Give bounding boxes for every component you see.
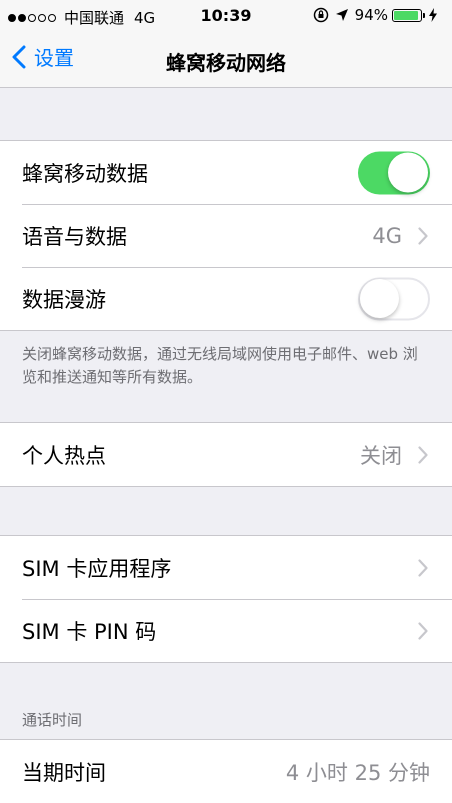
current-period-row: 当期时间 4 小时 25 分钟 (0, 740, 452, 803)
sim-applications-label: SIM 卡应用程序 (22, 556, 172, 581)
toggle-knob (360, 279, 399, 318)
personal-hotspot-value: 关闭 (360, 443, 402, 468)
battery-fill (394, 10, 419, 20)
call-time-section-header: 通话时间 (22, 711, 83, 729)
cellular-data-toggle[interactable] (358, 151, 430, 194)
call-time-group: 当期时间 4 小时 25 分钟 (0, 739, 452, 803)
hotspot-group: 个人热点 关闭 (0, 422, 452, 487)
rotation-lock-icon (313, 7, 328, 23)
voice-data-label: 语音与数据 (22, 224, 127, 249)
battery-icon (392, 8, 425, 22)
signal-dot (38, 13, 46, 22)
current-period-value: 4 小时 25 分钟 (285, 760, 430, 785)
signal-dot (18, 13, 26, 22)
signal-strength-icon (8, 13, 58, 22)
cellular-settings-group: 蜂窝移动数据 语音与数据 4G 数据漫游 (0, 140, 452, 331)
toggle-knob (388, 152, 428, 193)
battery-percent: 94% (354, 6, 388, 24)
cellular-data-label: 蜂窝移动数据 (22, 161, 148, 186)
sim-pin-label: SIM 卡 PIN 码 (22, 619, 157, 644)
current-period-label: 当期时间 (22, 760, 106, 785)
data-roaming-label: 数据漫游 (22, 287, 106, 312)
charging-bolt-icon (429, 8, 437, 22)
status-right: 94% (313, 6, 444, 24)
cellular-data-footnote: 关闭蜂窝移动数据，通过无线局域网使用电子邮件、web 浏览和推送通知等所有数据。 (22, 345, 418, 386)
status-bar: 中国联通 4G 10:39 94% (0, 0, 452, 32)
voice-data-value: 4G (372, 223, 402, 248)
page-title: 蜂窝移动网络 (166, 51, 286, 75)
sim-applications-row[interactable]: SIM 卡应用程序 (0, 536, 452, 599)
signal-dot (28, 13, 36, 22)
personal-hotspot-label: 个人热点 (22, 443, 106, 468)
personal-hotspot-row[interactable]: 个人热点 关闭 (0, 423, 452, 486)
voice-data-row[interactable]: 语音与数据 4G (0, 204, 452, 267)
carrier-name: 中国联通 (64, 9, 125, 27)
sim-pin-row[interactable]: SIM 卡 PIN 码 (0, 599, 452, 662)
network-type: 4G (134, 8, 156, 27)
chevron-right-icon (418, 226, 428, 245)
signal-dot (48, 13, 56, 22)
navigation-bar: 设置 蜂窝移动网络 (0, 32, 452, 88)
status-left: 中国联通 4G (8, 7, 155, 28)
data-roaming-toggle[interactable] (358, 277, 430, 320)
cellular-data-row: 蜂窝移动数据 (0, 141, 452, 204)
chevron-right-icon (418, 558, 428, 577)
chevron-right-icon (418, 445, 428, 464)
location-arrow-icon (335, 9, 348, 21)
chevron-right-icon (418, 621, 428, 640)
data-roaming-row: 数据漫游 (0, 267, 452, 330)
signal-dot (8, 13, 16, 22)
sim-group: SIM 卡应用程序 SIM 卡 PIN 码 (0, 535, 452, 663)
